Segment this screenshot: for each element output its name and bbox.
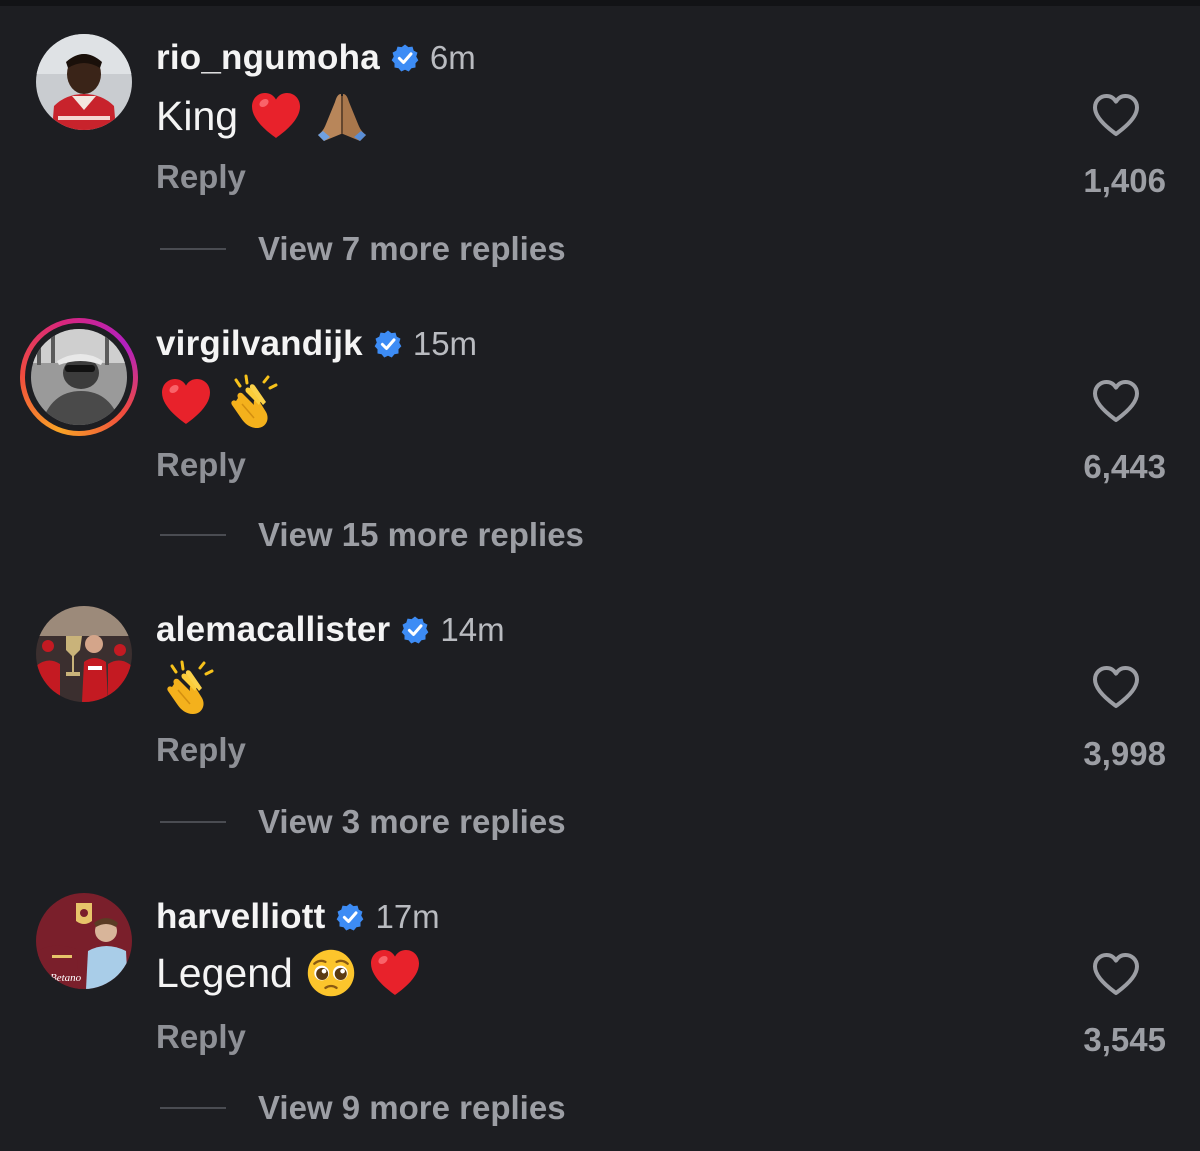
username[interactable]: rio_ngumoha [156,38,380,78]
avatar[interactable]: Betano [36,893,132,989]
like-heart-icon[interactable] [1090,661,1142,713]
like-count: 3,998 [1083,735,1166,772]
thread-line [160,534,226,536]
comment-meta: virgilvandijk 15m [156,322,477,366]
heart-emoji-icon [160,376,212,428]
reply-button[interactable]: Reply [156,446,246,484]
thread-line [160,821,226,823]
avatar-story-ring[interactable] [20,318,138,436]
avatar-logo-text: Betano [50,972,82,984]
username[interactable]: harvelliott [156,897,325,937]
comment-meta: alemacallister 14m [156,608,505,652]
thread-line [160,1107,226,1109]
comment-body: Legend [156,949,293,996]
folded-hands-emoji-icon [314,88,370,144]
avatar [31,329,127,425]
reply-button[interactable]: Reply [156,1018,246,1056]
username[interactable]: virgilvandijk [156,324,363,364]
comment-meta: harvelliott 17m [156,895,440,939]
reply-button[interactable]: Reply [156,731,246,769]
verified-badge-icon [390,43,420,73]
view-more-replies-button[interactable]: View 9 more replies [160,1089,566,1127]
heart-emoji-icon [369,947,421,999]
pleading-face-emoji-icon [305,947,357,999]
comment-meta: rio_ngumoha 6m [156,36,476,80]
view-more-replies-label: View 3 more replies [258,803,566,840]
reply-button[interactable]: Reply [156,158,246,196]
comment-time: 17m [375,898,440,935]
view-more-replies-button[interactable]: View 7 more replies [160,230,566,268]
heart-emoji-icon [250,90,302,142]
comment-text: Legend [156,947,421,999]
like-count: 1,406 [1083,162,1166,199]
comment-time: 14m [440,611,505,648]
comment-text [160,660,216,716]
comment-time: 15m [412,325,478,362]
view-more-replies-label: View 7 more replies [258,230,566,267]
clapping-hands-emoji-icon [160,660,216,716]
like-heart-icon[interactable] [1090,375,1142,427]
avatar-image: Betano [36,893,132,989]
comment-time: 6m [429,39,476,76]
avatar[interactable] [36,34,132,130]
thread-line [160,248,226,250]
avatar[interactable] [36,606,132,702]
comment-text [160,374,280,430]
like-count: 3,545 [1083,1021,1166,1058]
avatar-image [31,329,127,425]
like-heart-icon[interactable] [1090,948,1142,1000]
view-more-replies-button[interactable]: View 3 more replies [160,803,566,841]
verified-badge-icon [400,615,430,645]
view-more-replies-button[interactable]: View 15 more replies [160,516,584,554]
clapping-hands-emoji-icon [224,374,280,430]
view-more-replies-label: View 9 more replies [258,1089,566,1126]
avatar-image [36,34,132,130]
top-edge-divider [0,0,1200,6]
view-more-replies-label: View 15 more replies [258,516,584,553]
username[interactable]: alemacallister [156,610,390,650]
comment-text: King [156,88,370,144]
like-heart-icon[interactable] [1090,89,1142,141]
verified-badge-icon [335,902,365,932]
verified-badge-icon [373,329,403,359]
avatar-image [36,606,132,702]
comment-body: King [156,92,239,139]
like-count: 6,443 [1083,448,1166,485]
